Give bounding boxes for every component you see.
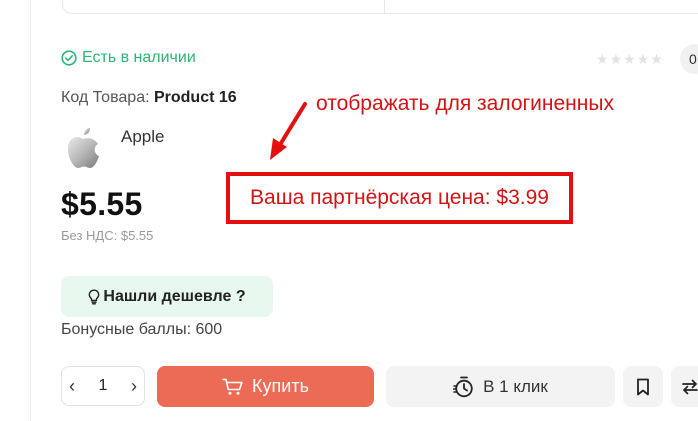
partner-price-annotation: Ваша партнёрская цена: $3.99	[226, 172, 573, 224]
star-icon: ★	[609, 51, 623, 67]
stock-status: Есть в наличии	[61, 49, 196, 67]
apple-logo-icon[interactable]	[63, 125, 103, 171]
annotation-arrow-icon	[270, 102, 307, 160]
compare-button[interactable]	[671, 366, 698, 407]
annotation-note: отображать для залогиненных	[316, 92, 614, 115]
cart-icon	[222, 378, 243, 395]
decrement-button[interactable]: ‹	[69, 377, 75, 395]
check-circle-icon	[61, 50, 77, 66]
card-divider	[384, 0, 385, 13]
top-options-card	[62, 0, 698, 14]
found-cheaper-label: Нашли дешевле ?	[103, 287, 246, 305]
bonus-points: Бонусные баллы: 600	[61, 321, 223, 338]
bookmark-icon	[637, 378, 649, 395]
rating-stars[interactable]: ★ ★ ★ ★ ★	[596, 52, 663, 66]
product-code-value: Product 16	[153, 89, 237, 106]
review-count-badge[interactable]: 0	[680, 44, 698, 74]
product-code-label: Код Товара:	[61, 89, 150, 106]
one-click-button[interactable]: В 1 клик	[386, 366, 615, 407]
found-cheaper-button[interactable]: Нашли дешевле ?	[61, 276, 273, 317]
increment-button[interactable]: ›	[131, 377, 137, 395]
product-code: Код Товара: Product 16	[61, 89, 237, 107]
buy-label: Купить	[252, 376, 309, 396]
star-icon: ★	[636, 51, 650, 67]
star-icon: ★	[650, 51, 663, 67]
lightbulb-icon	[88, 288, 100, 304]
one-click-label: В 1 клик	[483, 376, 548, 396]
product-price: $5.55	[61, 186, 143, 222]
buy-button[interactable]: Купить	[157, 366, 374, 407]
quantity-stepper[interactable]: ‹ 1 ›	[61, 366, 145, 406]
stock-label: Есть в наличии	[82, 49, 196, 66]
compare-arrows-icon	[682, 379, 698, 394]
stopwatch-icon	[453, 376, 473, 397]
quantity-value[interactable]: 1	[99, 377, 108, 395]
price-without-vat: Без НДС: $5.55	[61, 228, 154, 243]
wishlist-button[interactable]	[623, 366, 663, 407]
star-icon: ★	[596, 51, 609, 67]
brand-name[interactable]: Apple	[121, 127, 164, 147]
star-icon: ★	[623, 51, 636, 67]
partner-price-label: Ваша партнёрская цена: $3.99	[250, 186, 549, 209]
left-border	[30, 0, 31, 421]
